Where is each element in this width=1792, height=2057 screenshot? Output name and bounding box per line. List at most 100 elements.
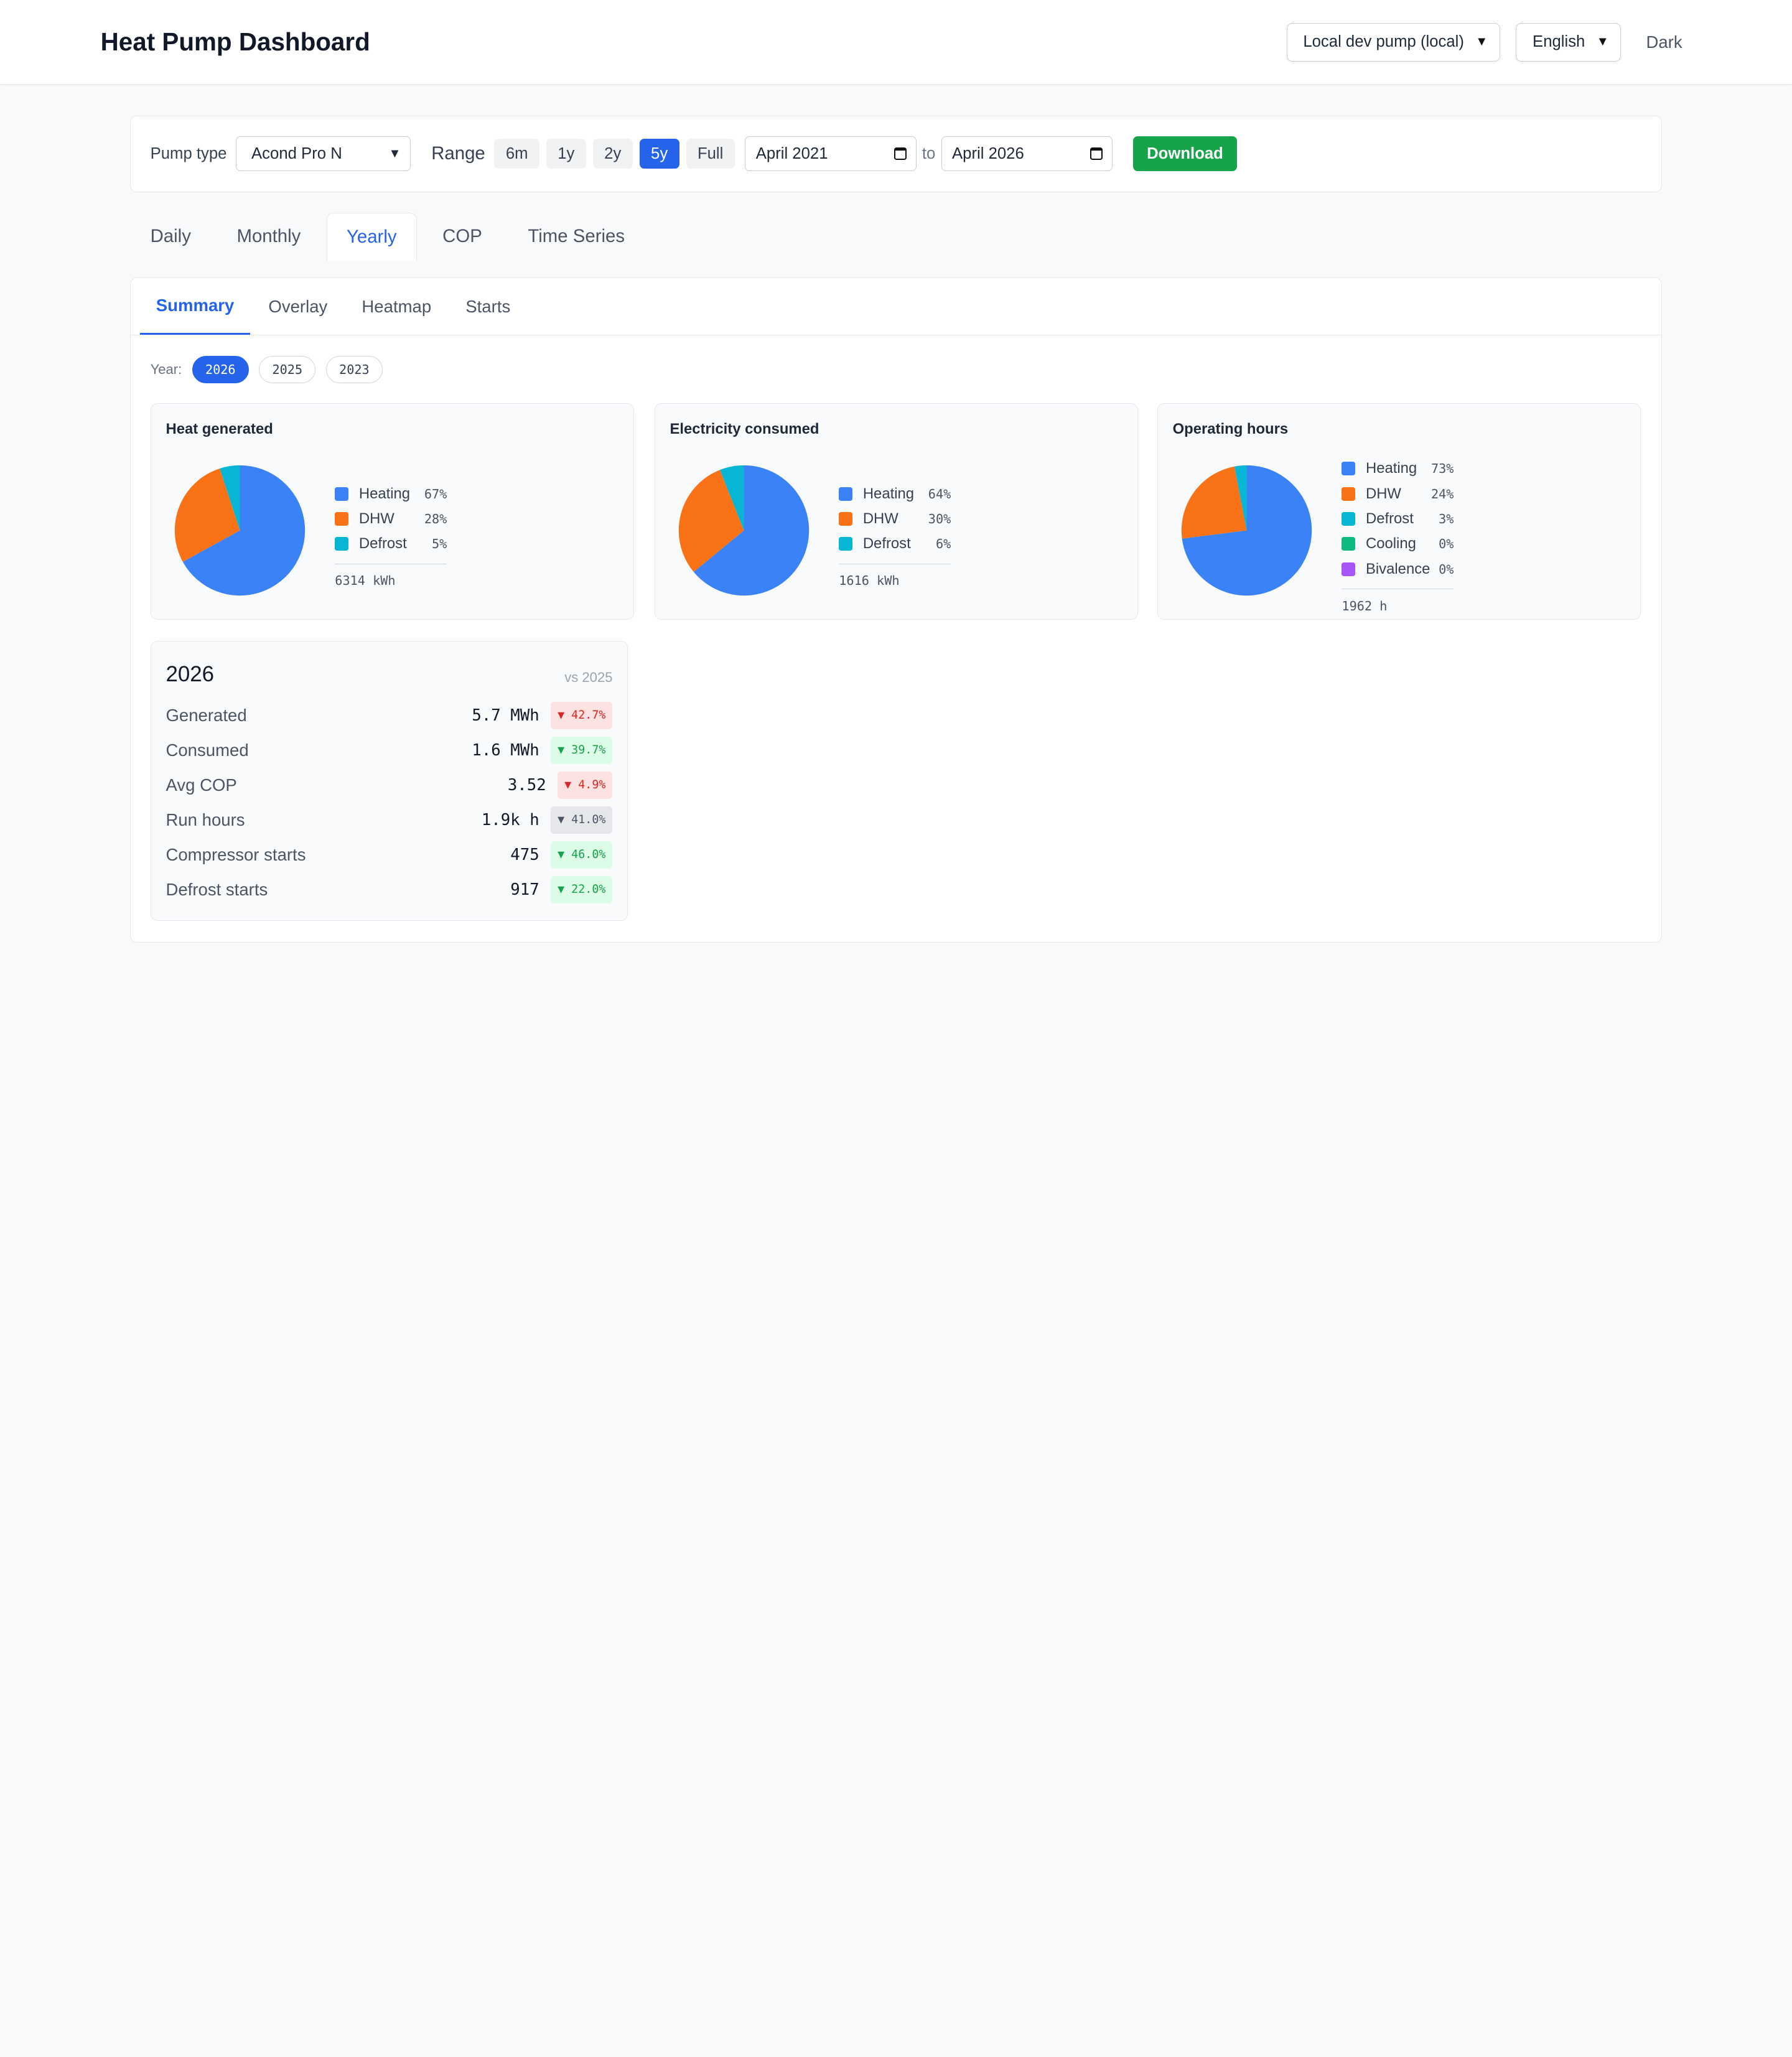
pump-source-select[interactable]: Local dev pump (local) ▼ [1286, 22, 1500, 62]
legend-percent: 30% [928, 511, 951, 526]
pie-chart [1182, 465, 1312, 596]
change-badge: ▼ 4.9% [558, 771, 613, 799]
year-label: Year: [150, 361, 182, 378]
legend-percent: 73% [1430, 461, 1454, 477]
legend-percent: 64% [928, 486, 951, 501]
summary-value: 917 [510, 880, 539, 899]
tab-daily[interactable]: Daily [130, 213, 211, 259]
legend-label: Heating [358, 485, 411, 502]
legend-swatch [839, 511, 853, 526]
tab-monthly[interactable]: Monthly [217, 213, 320, 259]
tab-yearly[interactable]: Yearly [326, 212, 417, 261]
date-to-input[interactable]: April 2026 [941, 136, 1113, 171]
range-buttons: 6m 1y 2y 5y Full [494, 139, 741, 169]
legend-label: DHW [358, 510, 394, 527]
legend-swatch [1342, 487, 1356, 501]
range-button-5y[interactable]: 5y [639, 139, 679, 169]
legend-label: DHW [1365, 485, 1401, 502]
legend-label: Defrost [1365, 510, 1414, 527]
legend-percent: 3% [1439, 511, 1454, 526]
legend-percent: 6% [935, 536, 951, 552]
legend-label: DHW [862, 510, 898, 527]
chart-total: 6314 kWh [335, 563, 447, 588]
legend-item-dhw: DHW 30% [839, 506, 951, 531]
legend-label: Defrost [358, 535, 407, 553]
summary-label: Defrost starts [166, 880, 268, 899]
tab-cop[interactable]: COP [422, 213, 502, 259]
year-pill-2023[interactable]: 2023 [325, 356, 383, 384]
theme-toggle-button[interactable]: Dark [1646, 32, 1682, 52]
chevron-down-icon: ▼ [1596, 35, 1609, 49]
year-pill-2026[interactable]: 2026 [192, 356, 249, 384]
pie-chart [175, 465, 306, 596]
chevron-down-icon: ▼ [1475, 35, 1488, 49]
filter-controls: Pump type Acond Pro N ▼ Range 6m 1y 2y 5y Fu… [130, 115, 1662, 192]
download-button[interactable]: Download [1133, 136, 1237, 171]
legend-item-defrost: Defrost 5% [335, 531, 447, 556]
year-summary-card: 2026 vs 2025 Generated 5.7 MWh ▼ 42.7% Cons… [150, 640, 628, 921]
chart-total: 1616 kWh [839, 563, 951, 588]
legend-percent: 0% [1439, 536, 1454, 552]
legend-item-defrost: Defrost 3% [1342, 506, 1454, 531]
range-button-6m[interactable]: 6m [494, 139, 539, 169]
summary-row-generated: Generated 5.7 MWh ▼ 42.7% [166, 701, 613, 730]
change-badge: ▼ 42.7% [551, 701, 613, 729]
header-controls: Local dev pump (local) ▼ English ▼ Dark [1286, 22, 1682, 62]
legend-item-dhw: DHW 24% [1342, 481, 1454, 506]
year-pills: 2026 2025 2023 [192, 356, 383, 384]
chart-title: Electricity consumed [670, 421, 819, 438]
calendar-icon[interactable] [894, 147, 907, 161]
language-value: English [1533, 33, 1585, 51]
legend-swatch [1342, 511, 1356, 526]
legend-swatch [1342, 562, 1356, 576]
year-pill-2025[interactable]: 2025 [259, 356, 316, 384]
change-badge: ▼ 39.7% [551, 736, 613, 764]
legend-swatch [1342, 537, 1356, 551]
pump-source-value: Local dev pump (local) [1303, 33, 1464, 51]
chart-legend: Heating 64% DHW 30% Defrost 6% 1616 kWh [839, 481, 951, 588]
summary-row-run-hours: Run hours 1.9k h ▼ 41.0% [166, 805, 613, 835]
chart-title: Heat generated [166, 421, 273, 438]
legend-item-cooling: Cooling 0% [1342, 531, 1454, 556]
tab-time-series[interactable]: Time Series [508, 213, 645, 259]
yearly-panel: Summary Overlay Heatmap Starts Year: 2026 20… [130, 278, 1662, 943]
legend-percent: 67% [424, 486, 447, 501]
subtab-starts[interactable]: Starts [450, 278, 526, 335]
summary-year: 2026 [166, 661, 215, 686]
calendar-icon[interactable] [1090, 147, 1103, 161]
range-button-1y[interactable]: 1y [546, 139, 586, 169]
legend-item-heating: Heating 67% [335, 481, 447, 506]
range-button-2y[interactable]: 2y [592, 139, 633, 169]
legend-item-heating: Heating 73% [1342, 456, 1454, 481]
pump-type-select[interactable]: Acond Pro N ▼ [236, 136, 411, 171]
main-tabs: Daily Monthly Yearly COP Time Series [130, 212, 650, 261]
app-header: Heat Pump Dashboard Local dev pump (loca… [0, 0, 1792, 85]
summary-value: 5.7 MWh [472, 706, 539, 725]
range-button-full[interactable]: Full [686, 139, 735, 169]
pie-chart [679, 465, 810, 596]
language-select[interactable]: English ▼ [1516, 22, 1622, 62]
change-badge: ▼ 22.0% [551, 875, 613, 904]
subtab-heatmap[interactable]: Heatmap [346, 278, 447, 335]
date-from-input[interactable]: April 2021 [745, 136, 917, 171]
chart-legend: Heating 73% DHW 24% Defrost 3% Cooling 0% Bivale… [1342, 456, 1454, 613]
summary-label: Run hours [166, 809, 245, 829]
legend-item-dhw: DHW 28% [335, 506, 447, 531]
electricity-consumed-card: Electricity consumed Heating 64% DHW 30% Def… [654, 403, 1138, 620]
legend-label: Heating [1365, 460, 1417, 477]
chart-total: 1962 h [1342, 589, 1454, 613]
subtab-overlay[interactable]: Overlay [253, 278, 343, 335]
subtab-summary[interactable]: Summary [140, 278, 251, 335]
change-badge: ▼ 41.0% [551, 806, 613, 834]
summary-row-defrost-starts: Defrost starts 917 ▼ 22.0% [166, 875, 613, 905]
page-title: Heat Pump Dashboard [100, 27, 370, 56]
legend-swatch [335, 537, 349, 551]
summary-value: 3.52 [507, 775, 546, 795]
legend-swatch [335, 511, 349, 526]
chevron-down-icon: ▼ [388, 146, 401, 161]
legend-swatch [335, 487, 349, 501]
summary-label: Generated [166, 705, 247, 725]
legend-swatch [839, 537, 853, 551]
page: Heat Pump Dashboard Local dev pump (loca… [0, 0, 1792, 1120]
legend-swatch [839, 487, 853, 501]
